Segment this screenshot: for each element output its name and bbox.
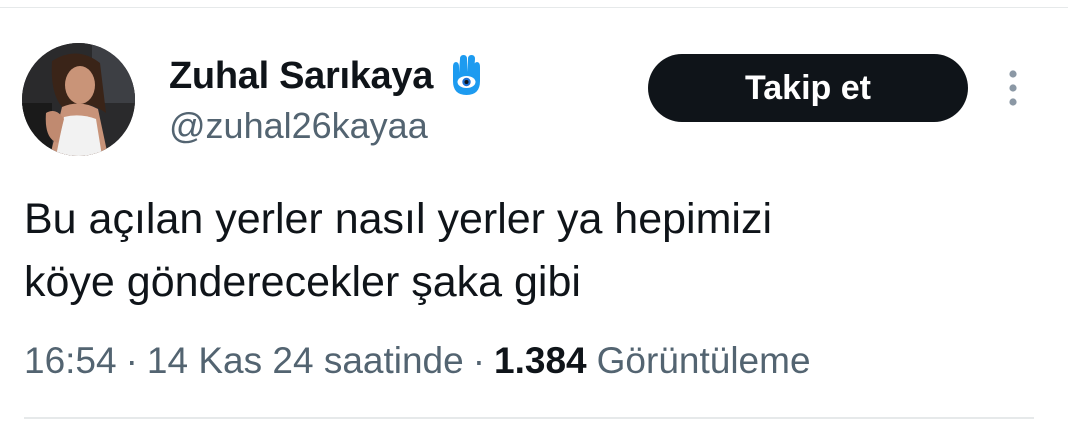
follow-button[interactable]: Takip et	[648, 54, 968, 122]
author-display-name[interactable]: Zuhal Sarıkaya	[169, 55, 433, 98]
author-name-row: Zuhal Sarıkaya	[169, 52, 489, 100]
tweet-time[interactable]: 16:54	[24, 340, 117, 382]
top-divider	[0, 7, 1068, 8]
tweet-text: Bu açılan yerler nasıl yerler ya hepimiz…	[24, 195, 773, 306]
author-handle[interactable]: @zuhal26kayaa	[169, 105, 428, 147]
more-vertical-icon[interactable]	[998, 66, 1028, 110]
tweet-meta: 16:54 · 14 Kas 24 saatinde · 1.384 Görün…	[24, 336, 811, 386]
views-label: Görüntüleme	[596, 340, 811, 381]
hamsa-evil-eye-icon	[443, 53, 489, 99]
meta-separator: ·	[125, 340, 138, 381]
bottom-divider	[24, 417, 1034, 419]
tweet-date[interactable]: 14 Kas 24 saatinde	[147, 340, 464, 382]
avatar[interactable]	[22, 43, 135, 156]
views-count: 1.384	[494, 340, 587, 381]
tweet-card: Zuhal Sarıkaya @zuhal26kayaa Takip et Bu…	[0, 0, 1068, 447]
meta-separator: ·	[472, 340, 486, 381]
